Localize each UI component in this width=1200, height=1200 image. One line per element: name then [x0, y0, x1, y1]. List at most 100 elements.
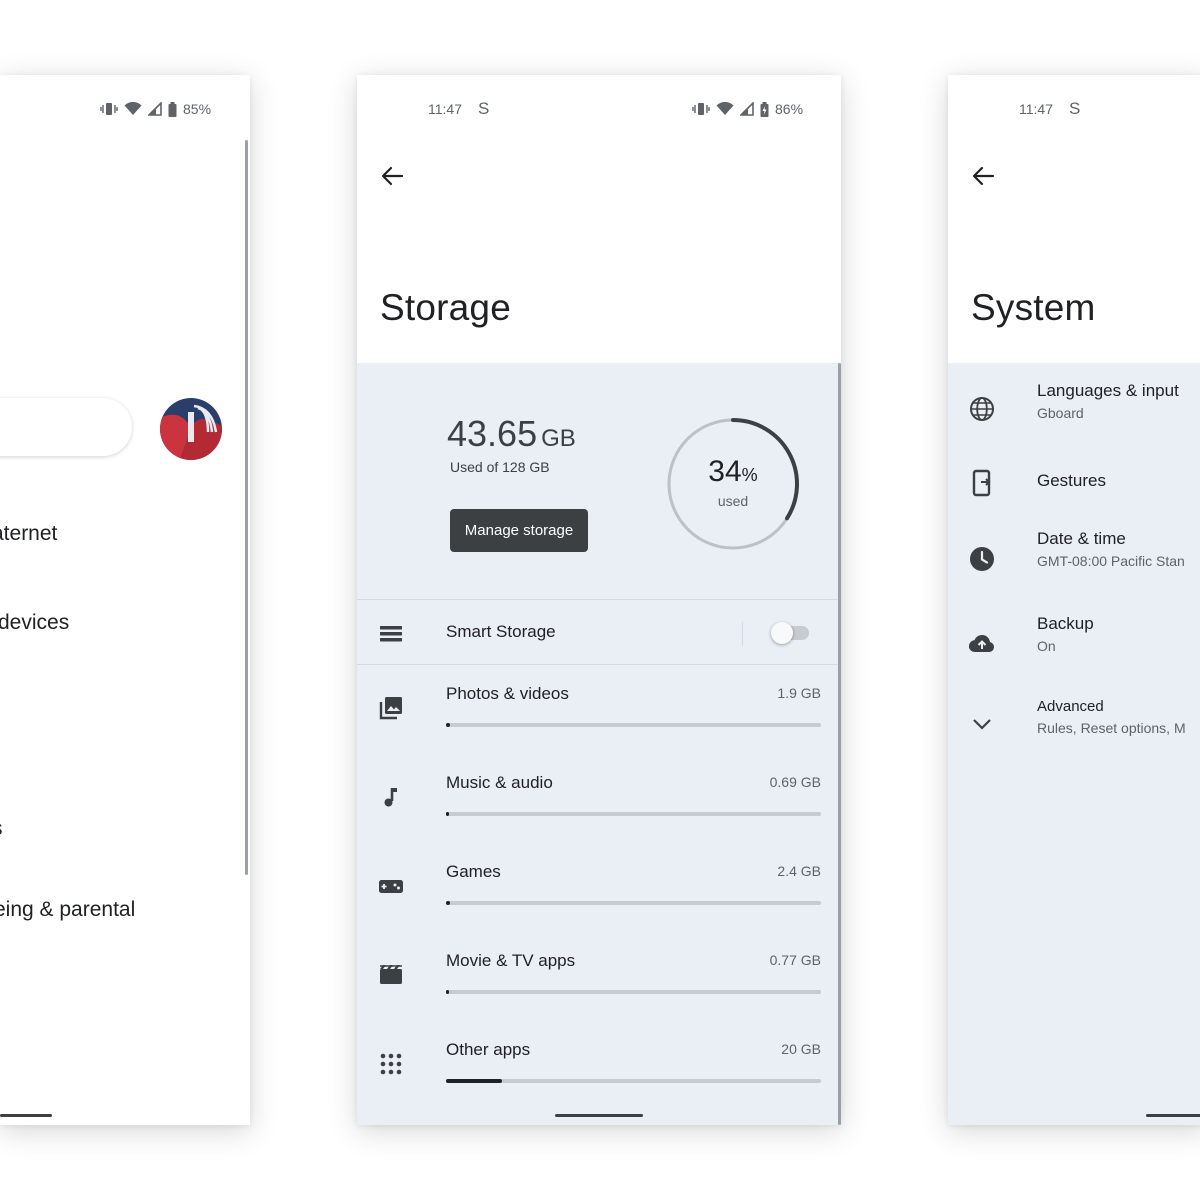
storage-screen: 11:47 S 86% Storage 43.65 GB Used of 128 … [357, 75, 841, 1125]
category-usage-fill [446, 812, 449, 816]
category-usage-bar [446, 1079, 821, 1083]
system-item-advanced[interactable]: Advanced Rules, Reset options, M [948, 698, 1200, 768]
page-title: System [971, 287, 1096, 328]
music-note-icon [377, 783, 405, 811]
status-icons: 85% [100, 101, 211, 117]
gestures-phone-icon [968, 469, 996, 497]
status-icons: 86% [692, 101, 803, 117]
battery-percent: 86% [775, 101, 804, 117]
arrow-back-icon [381, 166, 404, 186]
signal-icon [740, 102, 754, 116]
usage-percent: 34% [665, 455, 801, 489]
page-title: Storage [380, 287, 511, 328]
system-item-title: Backup [1037, 614, 1094, 633]
gamepad-icon [377, 872, 405, 900]
clock-icon [968, 545, 996, 573]
status-time: 11:47 [1019, 101, 1053, 117]
arrow-back-icon [972, 166, 995, 186]
avatar[interactable] [160, 398, 222, 460]
storage-list-icon [377, 620, 405, 648]
nav-gesture-handle[interactable] [1146, 1114, 1200, 1117]
system-item-languages[interactable]: Languages & input Gboard [948, 381, 1200, 451]
back-button[interactable] [379, 163, 405, 189]
apps-grid-icon [377, 1050, 405, 1078]
category-usage-fill [446, 901, 450, 905]
nav-gesture-handle[interactable] [555, 1114, 643, 1117]
system-item-title: Advanced [1037, 698, 1104, 715]
category-label: Movie & TV apps [446, 951, 576, 970]
cloud-upload-icon [968, 630, 996, 658]
usage-percent-sign: % [741, 465, 758, 485]
settings-item-cropped[interactable]: s [0, 817, 3, 841]
usage-percent-value: 34 [708, 455, 742, 488]
smart-storage-label: Smart Storage [446, 622, 556, 641]
settings-screen-left: 85% aternet devices s eing & parental [0, 75, 250, 1125]
used-amount: 43.65 GB [447, 413, 576, 455]
settings-item-network[interactable]: aternet [0, 522, 57, 546]
nav-gesture-handle[interactable] [0, 1114, 52, 1117]
usage-label: used [717, 493, 749, 509]
photo-library-icon [377, 694, 405, 722]
category-size: 20 GB [781, 1041, 821, 1057]
settings-item-connected-devices[interactable]: devices [0, 611, 69, 635]
manage-storage-button[interactable]: Manage storage [450, 509, 588, 552]
system-item-subtitle: Gboard [1037, 405, 1084, 421]
category-size: 0.69 GB [769, 774, 821, 790]
category-usage-fill [446, 723, 450, 727]
category-label: Other apps [446, 1040, 531, 1059]
system-item-subtitle: Rules, Reset options, M [1037, 720, 1186, 736]
category-usage-bar [446, 723, 821, 727]
system-item-subtitle: GMT-08:00 Pacific Stan [1037, 553, 1185, 569]
vibrate-icon [692, 103, 710, 115]
category-usage-bar [446, 990, 821, 994]
scrollbar[interactable] [838, 363, 841, 1125]
category-label: Games [446, 862, 501, 881]
s-notification-icon: S [1069, 99, 1081, 118]
divider [357, 664, 841, 665]
storage-category-row[interactable]: Other apps 20 GB [357, 1024, 841, 1109]
globe-icon [968, 395, 996, 423]
category-label: Music & audio [446, 773, 553, 792]
system-item-subtitle: On [1037, 638, 1056, 654]
toggle-thumb [771, 622, 793, 644]
chevron-down-icon [968, 710, 996, 738]
storage-category-row[interactable]: Music & audio 0.69 GB [357, 757, 841, 842]
category-size: 2.4 GB [777, 863, 821, 879]
used-value: 43.65 [447, 413, 538, 454]
system-screen: 11:47 S System Languages & input Gboard … [948, 75, 1200, 1125]
smart-storage-toggle[interactable] [771, 616, 809, 650]
system-item-title: Gestures [1037, 471, 1106, 490]
signal-icon [148, 102, 162, 116]
battery-icon [168, 101, 177, 117]
system-item-gestures[interactable]: Gestures [948, 463, 1200, 523]
used-of-total: Used of 128 GB [450, 459, 550, 475]
scrollbar[interactable] [245, 140, 248, 875]
settings-item-digital-wellbeing[interactable]: eing & parental [0, 898, 135, 922]
movie-icon [377, 961, 405, 989]
storage-category-row[interactable]: Movie & TV apps 0.77 GB [357, 935, 841, 1020]
search-bar[interactable] [0, 398, 132, 456]
system-item-backup[interactable]: Backup On [948, 614, 1200, 684]
wifi-icon [124, 102, 142, 115]
s-notification-icon: S [478, 99, 490, 118]
battery-charging-icon [760, 101, 769, 117]
status-bar: 11:47 S 86% [357, 99, 841, 121]
storage-category-row[interactable]: Games 2.4 GB [357, 846, 841, 931]
category-size: 0.77 GB [769, 952, 821, 968]
divider [742, 622, 743, 646]
status-bar: 85% [0, 99, 250, 121]
status-bar: 11:47 S [948, 99, 1200, 121]
system-item-title: Languages & input [1037, 381, 1179, 400]
system-item-title: Date & time [1037, 529, 1126, 548]
back-button[interactable] [970, 163, 996, 189]
category-usage-fill [446, 1079, 503, 1083]
storage-content: 43.65 GB Used of 128 GB Manage storage 34… [357, 363, 841, 1125]
system-item-date-time[interactable]: Date & time GMT-08:00 Pacific Stan [948, 529, 1200, 599]
vibrate-icon [100, 103, 118, 115]
category-size: 1.9 GB [777, 685, 821, 701]
smart-storage-row[interactable]: Smart Storage [357, 600, 841, 664]
category-label: Photos & videos [446, 684, 569, 703]
storage-category-row[interactable]: Photos & videos 1.9 GB [357, 668, 841, 753]
status-time: 11:47 [428, 101, 462, 117]
category-usage-bar [446, 812, 821, 816]
